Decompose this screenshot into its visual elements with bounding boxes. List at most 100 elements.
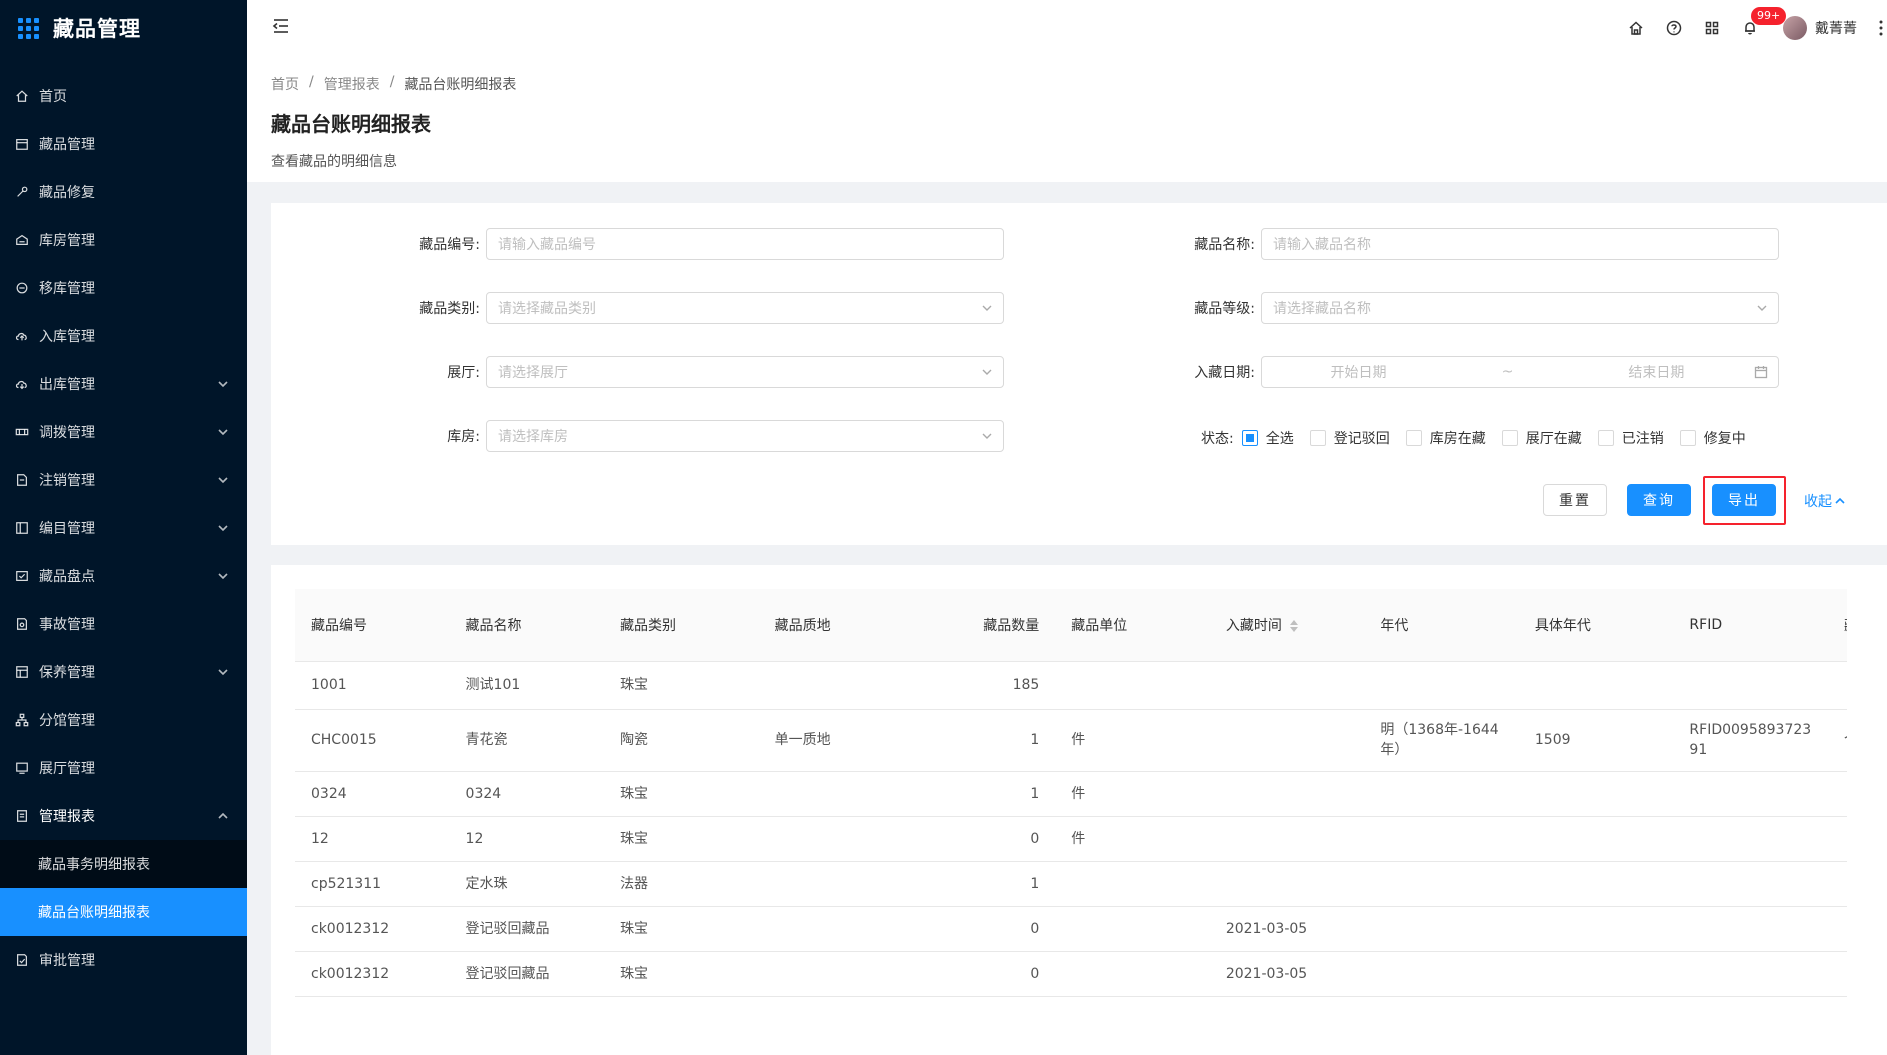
table-row[interactable]: ck0012312 登记驳回藏品 珠宝 0 2021-03-05 bbox=[295, 906, 1847, 952]
notification-bell-icon[interactable]: 99+ bbox=[1731, 0, 1787, 56]
help-icon[interactable] bbox=[1655, 0, 1693, 56]
more-vertical-icon[interactable] bbox=[1875, 0, 1887, 56]
chevron-down-icon bbox=[217, 666, 229, 678]
sidebar-item-9[interactable]: 编目管理 bbox=[0, 504, 247, 552]
user-menu[interactable]: 戴菁菁 bbox=[1783, 16, 1857, 40]
table-cell: ck0012312 bbox=[295, 951, 450, 997]
table-row[interactable]: 1001 测试101 珠宝 185 bbox=[295, 661, 1847, 710]
status-checkbox-1[interactable]: 登记驳回 bbox=[1309, 428, 1390, 448]
breadcrumb-home[interactable]: 首页 bbox=[271, 74, 299, 94]
sidebar-item-14[interactable]: 展厅管理 bbox=[0, 744, 247, 792]
date-end[interactable]: 结束日期 bbox=[1628, 362, 1684, 382]
table-row[interactable]: 0324 0324 珠宝 1 件 bbox=[295, 771, 1847, 817]
checkbox[interactable] bbox=[1597, 430, 1614, 446]
checkbox[interactable] bbox=[1241, 430, 1258, 446]
sidebar-item-7[interactable]: 调拨管理 bbox=[0, 408, 247, 456]
table-cell bbox=[1209, 771, 1365, 817]
sidebar-item-13[interactable]: 分馆管理 bbox=[0, 696, 247, 744]
sort-icon[interactable] bbox=[1289, 619, 1298, 632]
status-checkbox-0[interactable]: 全选 bbox=[1241, 428, 1294, 448]
report-icon bbox=[14, 808, 30, 824]
sidebar-item-approval[interactable]: 审批管理 bbox=[0, 936, 247, 984]
status-checkbox-4[interactable]: 已注销 bbox=[1597, 428, 1664, 448]
date-range-picker[interactable]: 开始日期 ~ 结束日期 bbox=[1261, 356, 1779, 388]
sidebar-item-1[interactable]: 藏品管理 bbox=[0, 120, 247, 168]
sidebar-item-label: 编目管理 bbox=[39, 521, 95, 537]
sidebar-item-8[interactable]: 注销管理 bbox=[0, 456, 247, 504]
table-cell bbox=[1518, 771, 1674, 817]
export-button[interactable]: 导出 bbox=[1712, 484, 1776, 516]
table-cell bbox=[1364, 861, 1519, 907]
reset-button[interactable]: 重置 bbox=[1543, 484, 1607, 516]
hall-placeholder: 请选择展厅 bbox=[498, 365, 568, 381]
collapse-link[interactable]: 收起 bbox=[1804, 491, 1845, 511]
status-checkbox-5[interactable]: 修复中 bbox=[1679, 428, 1746, 448]
checkbox[interactable] bbox=[1309, 430, 1326, 446]
table-cell bbox=[758, 661, 914, 710]
table-cell bbox=[1518, 816, 1674, 862]
sidebar-item-4[interactable]: 移库管理 bbox=[0, 264, 247, 312]
menu-fold-icon[interactable] bbox=[271, 16, 291, 40]
column-header-label: 藏品单位 bbox=[1071, 617, 1128, 634]
column-header-label: 藏品来 bbox=[1844, 618, 1847, 634]
checkbox[interactable] bbox=[1405, 430, 1422, 446]
code-input[interactable]: 请输入藏品编号 bbox=[486, 228, 1004, 260]
table-cell bbox=[1364, 906, 1519, 952]
sidebar-item-0[interactable]: 首页 bbox=[0, 72, 247, 120]
submenu-item-0[interactable]: 藏品事务明细报表 bbox=[0, 840, 247, 888]
sidebar-menu: 首页 藏品管理 藏品修复 库房管理 移库管理 入库管理 出库管理 调拨管理 注销管理编目管理藏品… bbox=[0, 72, 247, 984]
submenu-item-1[interactable]: 藏品台账明细报表 bbox=[0, 888, 247, 936]
storage-select[interactable]: 请选择库房 bbox=[486, 420, 1004, 452]
table-cell: 0324 bbox=[295, 771, 450, 817]
column-header-label: RFID bbox=[1689, 616, 1723, 633]
table-cell bbox=[1673, 861, 1828, 907]
checkbox[interactable] bbox=[1679, 430, 1696, 446]
apps-icon[interactable] bbox=[1693, 0, 1731, 56]
sidebar-item-10[interactable]: 藏品盘点 bbox=[0, 552, 247, 600]
sidebar-item-11[interactable]: 事故管理 bbox=[0, 600, 247, 648]
status-checkbox-2[interactable]: 库房在藏 bbox=[1405, 428, 1486, 448]
checkbox-label: 登记驳回 bbox=[1333, 431, 1390, 447]
category-select[interactable]: 请选择藏品类别 bbox=[486, 292, 1004, 324]
column-header: 藏品来 bbox=[1827, 589, 1847, 662]
sidebar-item-15[interactable]: 管理报表 bbox=[0, 792, 247, 840]
date-start[interactable]: 开始日期 bbox=[1331, 362, 1387, 382]
table-scroll-area[interactable]: 藏品编号 藏品名称 藏品类别 藏品质地 藏品数量 藏品单位 入藏时间 年代 具体年代 RFID 藏品… bbox=[295, 589, 1847, 1055]
query-button[interactable]: 查询 bbox=[1627, 484, 1691, 516]
sidebar-item-3[interactable]: 库房管理 bbox=[0, 216, 247, 264]
level-label: 藏品等级: bbox=[1194, 301, 1255, 317]
chevron-down-icon bbox=[981, 302, 993, 314]
status-checkbox-3[interactable]: 展厅在藏 bbox=[1501, 428, 1582, 448]
home-icon[interactable] bbox=[1617, 0, 1655, 56]
branch-icon bbox=[14, 712, 30, 728]
table-row[interactable]: cp521311 定水珠 法器 1 bbox=[295, 861, 1847, 907]
app-logo[interactable]: 藏品管理 bbox=[0, 0, 247, 56]
apps-grid-icon bbox=[18, 17, 39, 39]
home-icon bbox=[14, 88, 30, 104]
breadcrumb-reports[interactable]: 管理报表 bbox=[324, 74, 380, 94]
table-row[interactable]: 12 12 珠宝 0 件 bbox=[295, 816, 1847, 862]
sidebar-item-5[interactable]: 入库管理 bbox=[0, 312, 247, 360]
hall-select[interactable]: 请选择展厅 bbox=[486, 356, 1004, 388]
chevron-down-icon bbox=[217, 522, 229, 534]
sidebar-item-label: 保养管理 bbox=[39, 665, 95, 681]
table-cell bbox=[1673, 816, 1828, 862]
checkbox[interactable] bbox=[1501, 430, 1518, 446]
table-cell: 1 bbox=[913, 771, 1056, 817]
sidebar-item-2[interactable]: 藏品修复 bbox=[0, 168, 247, 216]
column-header[interactable]: 入藏时间 bbox=[1209, 589, 1365, 662]
sidebar: 藏品管理 首页 藏品管理 藏品修复 库房管理 移库管理 入库管理 出库管理 调拨管理 注销管理编… bbox=[0, 0, 247, 1055]
level-select[interactable]: 请选择藏品名称 bbox=[1261, 292, 1779, 324]
breadcrumb-separator: / bbox=[309, 74, 314, 90]
warehouse-icon bbox=[14, 232, 30, 248]
table-cell bbox=[1827, 906, 1847, 952]
table-row[interactable]: CHC0015 青花瓷 陶瓷 单一质地 1 件 明（1368年-1644年） 1509 RFID… bbox=[295, 709, 1847, 772]
sidebar-item-label: 审批管理 bbox=[39, 953, 95, 969]
name-input[interactable]: 请输入藏品名称 bbox=[1261, 228, 1779, 260]
sidebar-item-6[interactable]: 出库管理 bbox=[0, 360, 247, 408]
table-cell bbox=[758, 861, 914, 907]
sidebar-item-12[interactable]: 保养管理 bbox=[0, 648, 247, 696]
checkbox-label: 已注销 bbox=[1621, 431, 1664, 447]
table-cell: ck0012312 bbox=[295, 906, 450, 952]
table-row[interactable]: ck0012312 登记驳回藏品 珠宝 0 2021-03-05 bbox=[295, 951, 1847, 997]
